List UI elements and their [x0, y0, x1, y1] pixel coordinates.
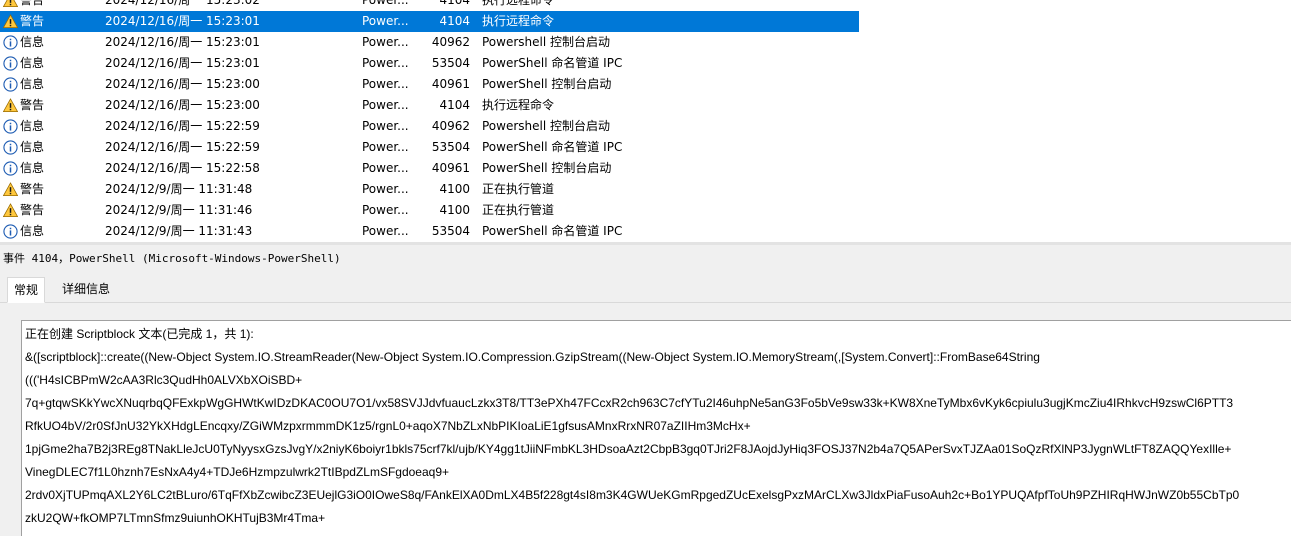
info-icon [3, 77, 18, 92]
event-row[interactable]: 信息 2024/12/16/周一 15:23:01 Power... 53504 Pow… [0, 53, 859, 74]
warning-icon [3, 182, 18, 197]
event-level: 警告 [20, 0, 45, 7]
description-line: zkU2QW+fkOMP7LTmnSfmz9uiunhOKHTujB3Mr4Tm… [25, 511, 326, 525]
event-date-time: 2024/12/16/周一 15:23:01 [105, 14, 260, 28]
event-row[interactable]: 警告 2024/12/16/周一 15:23:02 Power... 4104 执行远程… [0, 0, 859, 11]
event-id: 40961 [431, 161, 470, 175]
warning-icon [3, 14, 18, 29]
event-id: 53504 [431, 56, 470, 70]
event-task-category: 执行远程命令 [482, 98, 555, 112]
event-task-category: PowerShell 命名管道 IPC [482, 140, 623, 154]
info-icon [3, 161, 18, 176]
event-level: 信息 [20, 77, 45, 91]
event-date-time: 2024/12/16/周一 15:23:01 [105, 35, 260, 49]
event-id: 4100 [439, 203, 470, 217]
event-row[interactable]: 警告 2024/12/9/周一 11:31:46 Power... 4100 正在执行管… [0, 200, 859, 221]
event-id: 4100 [439, 182, 470, 196]
warning-icon [3, 98, 18, 113]
event-task-category: Powershell 控制台启动 [482, 119, 611, 133]
info-icon [3, 140, 18, 155]
info-icon [3, 35, 18, 50]
event-level: 信息 [20, 35, 45, 49]
event-date-time: 2024/12/16/周一 15:23:02 [105, 0, 260, 7]
description-line: ((('H4sICBPmW2cAA3Rlc3QudHh0ALVXbXOiSBD+ [25, 373, 303, 387]
event-id: 40962 [431, 35, 470, 49]
event-row[interactable]: 警告 2024/12/16/周一 15:23:00 Power... 4104 执行远程… [0, 95, 859, 116]
event-row[interactable]: 信息 2024/12/16/周一 15:23:01 Power... 40962 Pow… [0, 32, 859, 53]
event-level: 信息 [20, 56, 45, 70]
tab-general[interactable]: 常规 [7, 277, 46, 303]
event-row[interactable]: 信息 2024/12/16/周一 15:22:59 Power... 40962 Pow… [0, 116, 859, 137]
event-id: 40961 [431, 77, 470, 91]
event-date-time: 2024/12/9/周一 11:31:48 [105, 182, 253, 196]
event-detail-header: 事件 4104，PowerShell (Microsoft-Windows-Po… [3, 252, 341, 265]
description-line: RfkUO4bV/2r0SfJnU32YkXHdgLEncqxy/ZGiWMzp… [25, 419, 751, 433]
event-id: 4104 [439, 14, 470, 28]
event-row[interactable]: 信息 2024/12/16/周一 15:22:59 Power... 53504 Pow… [0, 137, 859, 158]
warning-icon [3, 0, 18, 8]
event-task-category: PowerShell 命名管道 IPC [482, 56, 623, 70]
event-level: 警告 [20, 14, 45, 28]
event-level: 警告 [20, 203, 45, 217]
event-row[interactable]: 信息 2024/12/16/周一 15:22:58 Power... 40961 Pow… [0, 158, 859, 179]
event-id: 4104 [439, 0, 470, 7]
event-row-selected[interactable]: 警告 2024/12/16/周一 15:23:01 Power... 4104 执行远程… [0, 11, 859, 32]
event-task-category: 执行远程命令 [482, 0, 555, 7]
info-icon [3, 224, 18, 239]
event-date-time: 2024/12/16/周一 15:23:00 [105, 77, 260, 91]
description-line: VinegDLEC7f1L0hznh7EsNxA4y4+TDJe6Hzmpzul… [25, 465, 450, 479]
description-line: 7q+gtqwSKkYwcXNuqrbqQFExkpWgGHWtKwIDzDKA… [25, 396, 1234, 410]
description-line: &([scriptblock]::create((New-Object Syst… [25, 350, 1040, 364]
event-level: 警告 [20, 182, 45, 196]
event-task-category: 执行远程命令 [482, 14, 555, 28]
event-date-time: 2024/12/16/周一 15:22:58 [105, 161, 260, 175]
pane-splitter[interactable] [0, 242, 1291, 245]
tab-details[interactable]: 详细信息 [56, 277, 116, 302]
warning-icon [3, 203, 18, 218]
event-date-time: 2024/12/9/周一 11:31:46 [105, 203, 253, 217]
description-line: 1pjGme2ha7B2j3REg8TNakLleJcU0TyNyysxGzsJ… [25, 442, 1232, 456]
event-row[interactable]: 信息 2024/12/16/周一 15:23:00 Power... 40961 Pow… [0, 74, 859, 95]
event-task-category: PowerShell 控制台启动 [482, 161, 612, 175]
event-date-time: 2024/12/16/周一 15:23:01 [105, 56, 260, 70]
detail-panel: 正在创建 Scriptblock 文本(已完成 1，共 1): &([script… [0, 303, 1291, 536]
info-icon [3, 56, 18, 71]
event-list[interactable]: 警告 2024/12/16/周一 15:23:02 Power... 4104 执行远程… [0, 0, 1291, 242]
event-task-category: Powershell 控制台启动 [482, 35, 611, 49]
description-line: 2rdv0XjTUPmqAXL2Y6LC2tBLuro/6TqFfXbZcwib… [25, 488, 1240, 502]
event-description-textbox[interactable]: 正在创建 Scriptblock 文本(已完成 1，共 1): &([script… [21, 320, 1291, 536]
event-id: 53504 [431, 224, 470, 238]
event-level: 信息 [20, 224, 45, 238]
event-task-category: 正在执行管道 [482, 203, 555, 217]
event-date-time: 2024/12/16/周一 15:22:59 [105, 140, 260, 154]
event-id: 53504 [431, 140, 470, 154]
info-icon [3, 119, 18, 134]
event-task-category: PowerShell 控制台启动 [482, 77, 612, 91]
event-date-time: 2024/12/9/周一 11:31:43 [105, 224, 253, 238]
event-id: 4104 [439, 98, 470, 112]
event-task-category: 正在执行管道 [482, 182, 555, 196]
description-line: 正在创建 Scriptblock 文本(已完成 1，共 1): [25, 327, 254, 341]
event-task-category: PowerShell 命名管道 IPC [482, 224, 623, 238]
event-row[interactable]: 警告 2024/12/9/周一 11:31:48 Power... 4100 正在执行管… [0, 179, 859, 200]
event-level: 信息 [20, 140, 45, 154]
event-level: 警告 [20, 98, 45, 112]
event-date-time: 2024/12/16/周一 15:22:59 [105, 119, 260, 133]
detail-tab-strip: 常规 详细信息 [0, 277, 1291, 303]
event-date-time: 2024/12/16/周一 15:23:00 [105, 98, 260, 112]
event-row[interactable]: 信息 2024/12/9/周一 11:31:43 Power... 53504 Powe… [0, 221, 859, 242]
event-id: 40962 [431, 119, 470, 133]
event-level: 信息 [20, 119, 45, 133]
event-level: 信息 [20, 161, 45, 175]
